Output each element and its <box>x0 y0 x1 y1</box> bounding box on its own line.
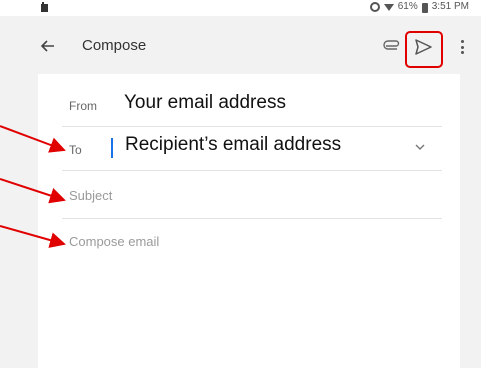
from-value: Your email address <box>124 92 286 113</box>
from-row[interactable]: From Your email address <box>62 88 442 127</box>
app-bar: Compose <box>0 16 481 74</box>
left-margin <box>0 74 38 368</box>
text-cursor <box>111 138 113 158</box>
subject-row[interactable]: Subject <box>62 170 442 219</box>
to-row[interactable]: To Recipient’s email address <box>62 126 442 171</box>
to-label: To <box>69 143 82 157</box>
data-saver-icon <box>369 1 380 12</box>
battery-icon <box>421 2 428 13</box>
clock: 3:51 PM <box>431 1 469 12</box>
compose-email-input[interactable]: Compose email <box>69 234 159 249</box>
right-margin <box>460 74 481 368</box>
back-arrow-icon <box>41 40 54 52</box>
battery-percent: 61% <box>397 1 418 12</box>
wifi-icon <box>383 3 394 11</box>
notification-icon <box>41 2 48 12</box>
status-bar: 61% 3:51 PM <box>0 0 481 16</box>
paperclip-icon[interactable] <box>383 38 401 54</box>
chevron-down-icon[interactable] <box>414 141 426 153</box>
to-input[interactable]: Recipient’s email address <box>125 134 341 156</box>
more-vert-icon <box>460 40 464 43</box>
back-button[interactable] <box>38 38 58 54</box>
status-right: 61% 3:51 PM <box>369 1 469 13</box>
subject-input[interactable]: Subject <box>69 188 112 203</box>
from-label: From <box>69 99 97 113</box>
more-options-button[interactable] <box>458 38 466 56</box>
page-title: Compose <box>82 37 147 54</box>
send-icon[interactable] <box>410 37 436 57</box>
